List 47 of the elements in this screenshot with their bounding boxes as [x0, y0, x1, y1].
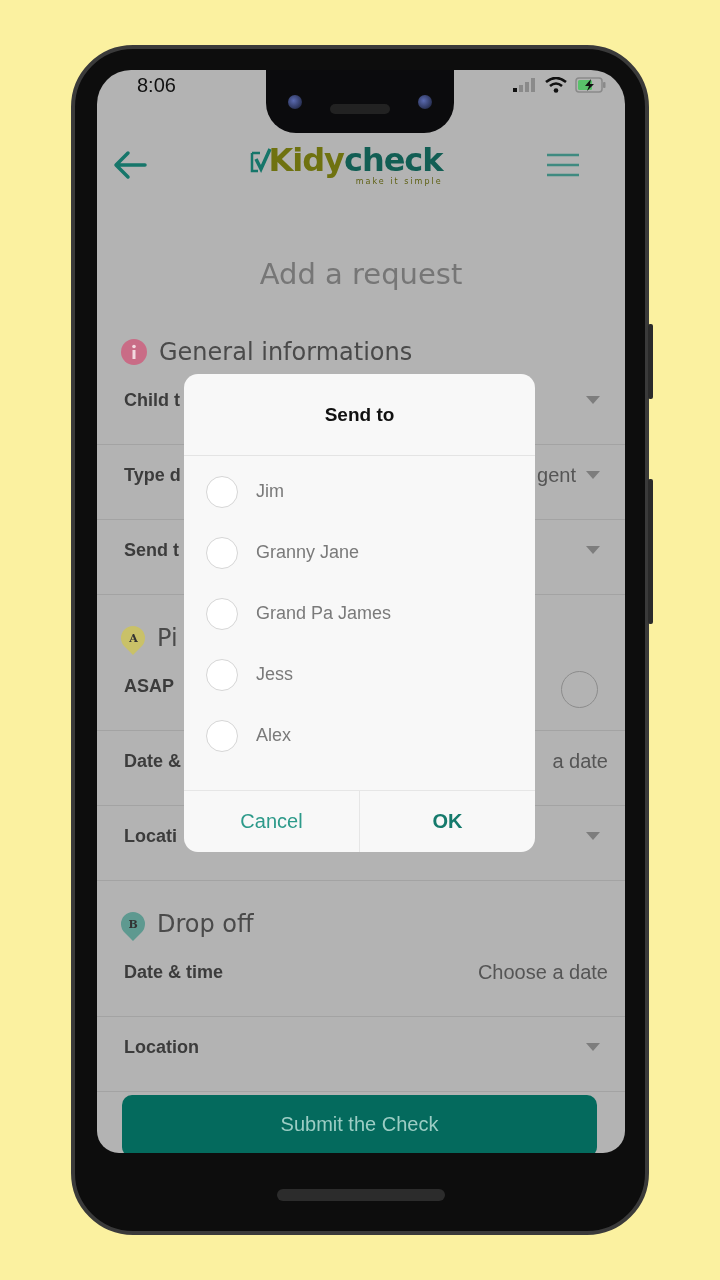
radio-button[interactable] — [206, 597, 238, 630]
field-label: ASAP — [124, 675, 174, 698]
dropdown-caret-icon[interactable] — [586, 396, 600, 404]
field-label: Locati — [124, 825, 177, 848]
menu-button[interactable] — [546, 153, 580, 177]
app-logo: Kidycheck make it simple — [250, 143, 443, 187]
dropdown-caret-icon[interactable] — [586, 471, 600, 479]
field-label: Send t — [124, 539, 179, 562]
dropdown-caret-icon[interactable] — [586, 546, 600, 554]
recipient-option[interactable]: Jim — [184, 461, 535, 522]
recipient-name: Alex — [256, 725, 291, 746]
field-label: Location — [124, 1036, 199, 1059]
field-label: Date & — [124, 750, 181, 773]
radio-button[interactable] — [206, 658, 238, 691]
date-picker-field[interactable]: Choose a date — [477, 957, 608, 987]
recipient-name: Jim — [256, 481, 284, 502]
page-title: Add a request — [258, 256, 464, 293]
recipient-name: Jess — [256, 664, 293, 685]
field-value: gent — [537, 463, 576, 488]
section-title: General informations — [159, 338, 413, 366]
wifi-icon — [545, 77, 567, 93]
field-label: Date & time — [124, 961, 224, 984]
cancel-button[interactable]: Cancel — [184, 791, 360, 852]
field-label: Type d — [124, 464, 181, 487]
recipient-option[interactable]: Alex — [184, 705, 535, 766]
dropdown-caret-icon[interactable] — [586, 1043, 600, 1051]
battery-charging-icon — [575, 77, 607, 93]
info-icon — [121, 339, 147, 365]
back-button[interactable] — [113, 150, 147, 180]
field-label: Child t — [124, 389, 180, 412]
radio-button[interactable] — [206, 719, 238, 752]
date-picker-field[interactable]: a date — [552, 746, 608, 776]
section-title: Pi — [157, 624, 178, 652]
recipient-option[interactable]: Grand Pa James — [184, 583, 535, 644]
ok-button[interactable]: OK — [360, 791, 535, 852]
submit-button[interactable]: Submit the Check — [122, 1095, 597, 1153]
dropdown-caret-icon[interactable] — [586, 832, 600, 840]
signal-icon — [513, 78, 537, 92]
dialog-title: Send to — [184, 374, 535, 456]
section-title: Drop off — [157, 910, 254, 938]
radio-button[interactable] — [206, 475, 238, 508]
recipient-option[interactable]: Jess — [184, 644, 535, 705]
recipient-name: Granny Jane — [256, 542, 360, 563]
radio-button[interactable] — [206, 536, 238, 569]
recipient-name: Grand Pa James — [256, 603, 392, 624]
recipient-option[interactable]: Granny Jane — [184, 522, 535, 583]
status-time: 8:06 — [137, 73, 176, 97]
